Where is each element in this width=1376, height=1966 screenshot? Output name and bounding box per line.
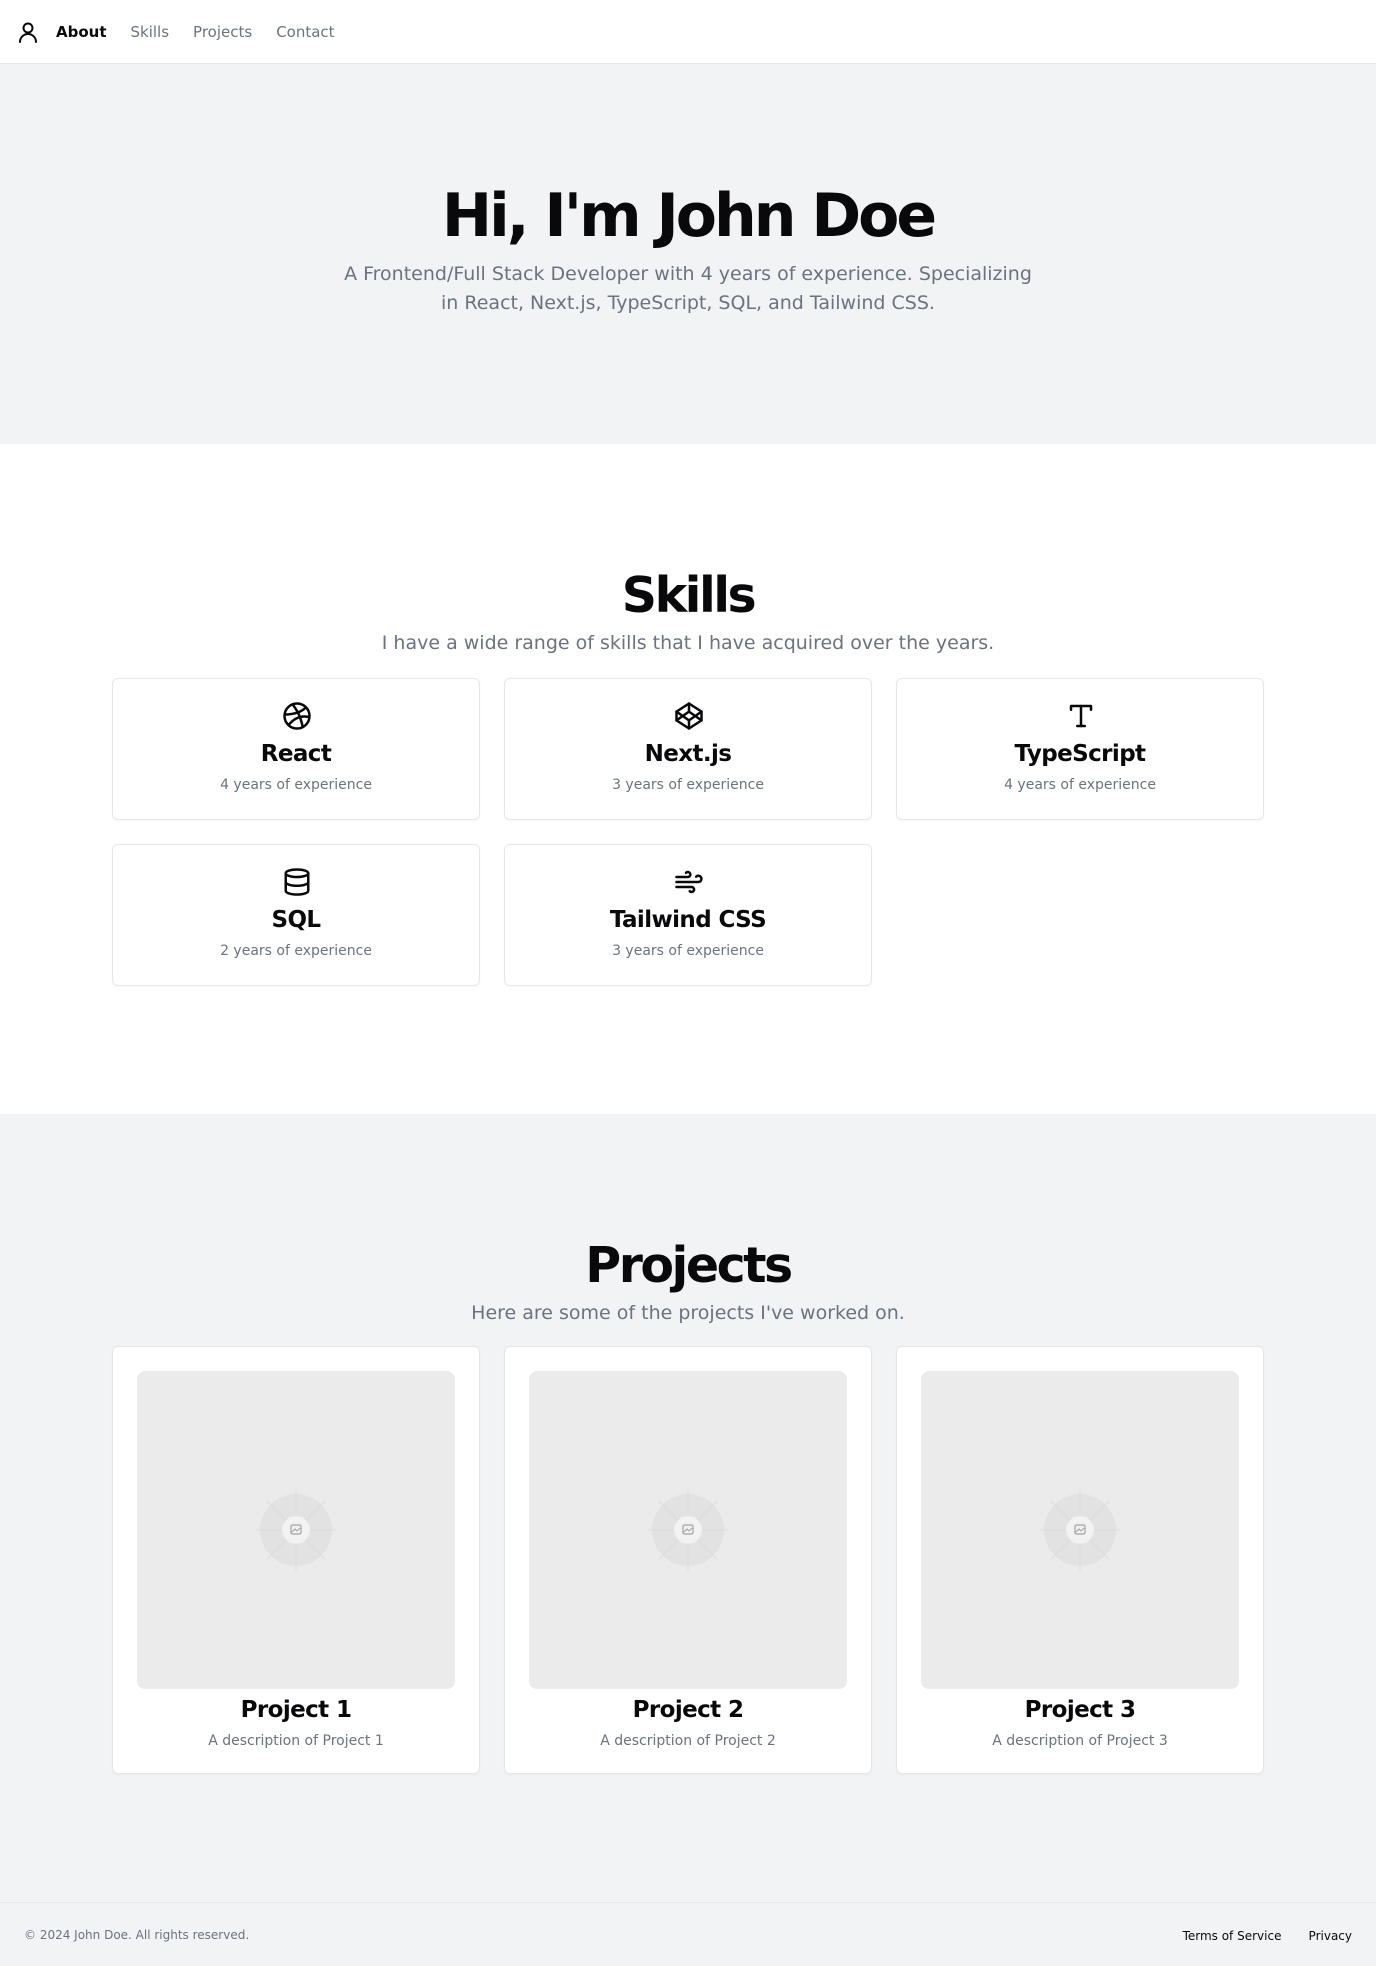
projects-title: Projects bbox=[585, 1237, 793, 1294]
copyright-text: © 2024 John Doe. All rights reserved. bbox=[24, 1927, 250, 1942]
skill-experience: 4 years of experience bbox=[1004, 777, 1156, 793]
skill-experience: 3 years of experience bbox=[612, 777, 764, 793]
project-image bbox=[921, 1371, 1239, 1689]
skill-name: SQL bbox=[271, 907, 322, 933]
nav-link-skills[interactable]: Skills bbox=[131, 23, 170, 41]
type-icon bbox=[1066, 701, 1096, 731]
project-name: Project 3 bbox=[1024, 1697, 1136, 1723]
skill-card-sql: SQL 2 years of experience bbox=[112, 844, 480, 986]
projects-subtitle: Here are some of the projects I've worke… bbox=[471, 1302, 905, 1324]
project-name: Project 1 bbox=[240, 1697, 352, 1723]
project-description: A description of Project 1 bbox=[208, 1733, 384, 1749]
hero-subtitle: A Frontend/Full Stack Developer with 4 y… bbox=[344, 263, 1032, 314]
codepen-icon bbox=[674, 701, 704, 731]
terms-of-service-link[interactable]: Terms of Service bbox=[1183, 1929, 1282, 1943]
projects-section: Projects Here are some of the projects I… bbox=[0, 1114, 1376, 1902]
skill-name: Tailwind CSS bbox=[609, 907, 767, 933]
skills-subtitle: I have a wide range of skills that I hav… bbox=[381, 632, 995, 654]
database-icon bbox=[282, 867, 312, 897]
skill-experience: 4 years of experience bbox=[220, 777, 372, 793]
skills-title: Skills bbox=[621, 567, 757, 624]
image-placeholder-icon bbox=[1039, 1489, 1121, 1571]
project-card-1[interactable]: Project 1 A description of Project 1 bbox=[112, 1346, 480, 1774]
project-description: A description of Project 2 bbox=[600, 1733, 776, 1749]
skill-name: TypeScript bbox=[1014, 741, 1147, 767]
nav-link-about[interactable]: About bbox=[56, 23, 107, 41]
project-card-2[interactable]: Project 2 A description of Project 2 bbox=[504, 1346, 872, 1774]
user-icon[interactable] bbox=[18, 21, 38, 43]
project-image bbox=[529, 1371, 847, 1689]
project-image bbox=[137, 1371, 455, 1689]
skill-card-react: React 4 years of experience bbox=[112, 678, 480, 820]
privacy-link[interactable]: Privacy bbox=[1309, 1929, 1352, 1943]
project-name: Project 2 bbox=[632, 1697, 744, 1723]
top-nav: About Skills Projects Contact bbox=[0, 0, 1376, 64]
hero-section: Hi, I'm John Doe A Frontend/Full Stack D… bbox=[0, 64, 1376, 444]
skill-card-tailwind: Tailwind CSS 3 years of experience bbox=[504, 844, 872, 986]
nav-link-projects[interactable]: Projects bbox=[193, 23, 252, 41]
skill-name: React bbox=[260, 741, 332, 767]
skills-section: Skills I have a wide range of skills tha… bbox=[0, 444, 1376, 1114]
skill-experience: 3 years of experience bbox=[612, 943, 764, 959]
dribbble-icon bbox=[282, 701, 312, 731]
footer: © 2024 John Doe. All rights reserved. Te… bbox=[0, 1902, 1376, 1966]
nav-link-contact[interactable]: Contact bbox=[276, 23, 334, 41]
project-description: A description of Project 3 bbox=[992, 1733, 1168, 1749]
skill-card-nextjs: Next.js 3 years of experience bbox=[504, 678, 872, 820]
image-placeholder-icon bbox=[255, 1489, 337, 1571]
wind-icon bbox=[674, 867, 704, 897]
footer-links: Terms of Service Privacy bbox=[1161, 1925, 1352, 1944]
skill-card-typescript: TypeScript 4 years of experience bbox=[896, 678, 1264, 820]
skill-experience: 2 years of experience bbox=[220, 943, 372, 959]
project-card-3[interactable]: Project 3 A description of Project 3 bbox=[896, 1346, 1264, 1774]
hero-title: Hi, I'm John Doe bbox=[441, 181, 937, 251]
image-placeholder-icon bbox=[647, 1489, 729, 1571]
skill-name: Next.js bbox=[644, 741, 732, 767]
